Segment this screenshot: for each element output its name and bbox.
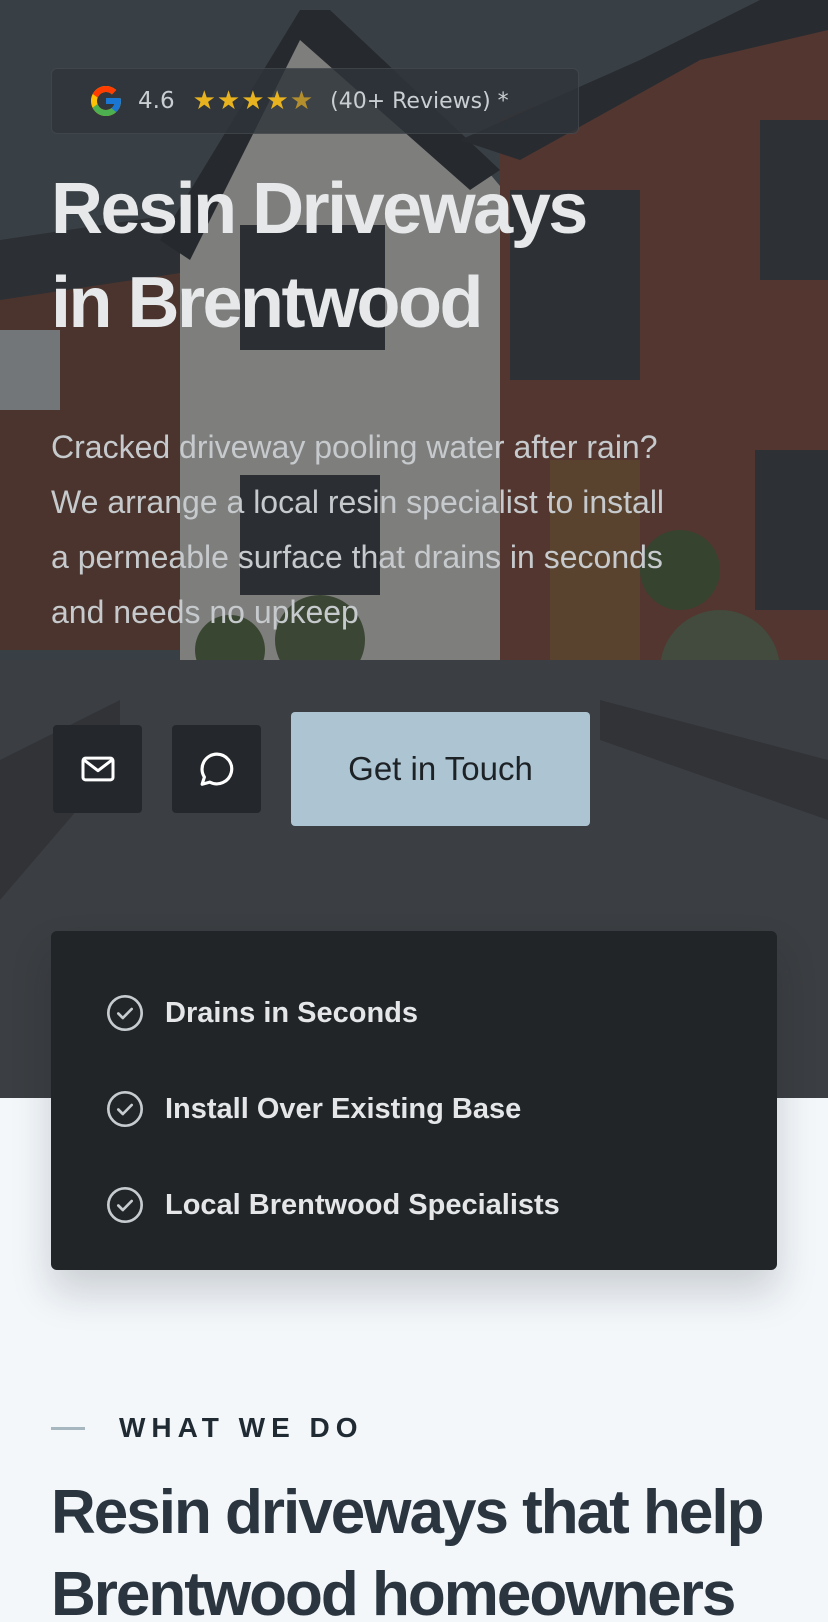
section-eyebrow: WHAT WE DO bbox=[51, 1412, 364, 1444]
feature-item: Local Brentwood Specialists bbox=[51, 1157, 777, 1253]
check-circle-icon bbox=[107, 1091, 143, 1127]
eyebrow-label: WHAT WE DO bbox=[119, 1412, 364, 1443]
feature-item: Drains in Seconds bbox=[51, 965, 777, 1061]
get-in-touch-button[interactable]: Get in Touch bbox=[291, 712, 590, 826]
section-title: Resin driveways that help Brentwood home… bbox=[51, 1478, 764, 1622]
email-button[interactable] bbox=[53, 725, 142, 813]
feature-label: Local Brentwood Specialists bbox=[165, 1188, 560, 1221]
feature-label: Install Over Existing Base bbox=[165, 1092, 522, 1125]
eyebrow-divider bbox=[51, 1426, 85, 1430]
chat-bubble-icon bbox=[199, 752, 233, 786]
google-icon bbox=[91, 86, 121, 116]
feature-item: Install Over Existing Base bbox=[51, 1061, 777, 1157]
star-rating-icon: ★★★★★ bbox=[192, 86, 315, 116]
mail-icon bbox=[81, 756, 114, 782]
check-circle-icon bbox=[107, 995, 143, 1031]
google-rating-badge[interactable]: 4.6 ★★★★★ (40+ Reviews) * bbox=[51, 68, 579, 134]
feature-label: Drains in Seconds bbox=[165, 996, 419, 1029]
rating-score: 4.6 bbox=[138, 88, 175, 114]
chat-button[interactable] bbox=[172, 725, 261, 813]
check-circle-icon bbox=[107, 1187, 143, 1223]
hero-subtitle: Cracked driveway pooling water after rai… bbox=[51, 429, 665, 630]
review-count: (40+ Reviews) * bbox=[330, 88, 509, 114]
hero-title: Resin Driveways in Brentwood bbox=[51, 169, 588, 343]
features-card: Drains in Seconds Install Over Existing … bbox=[51, 931, 777, 1270]
